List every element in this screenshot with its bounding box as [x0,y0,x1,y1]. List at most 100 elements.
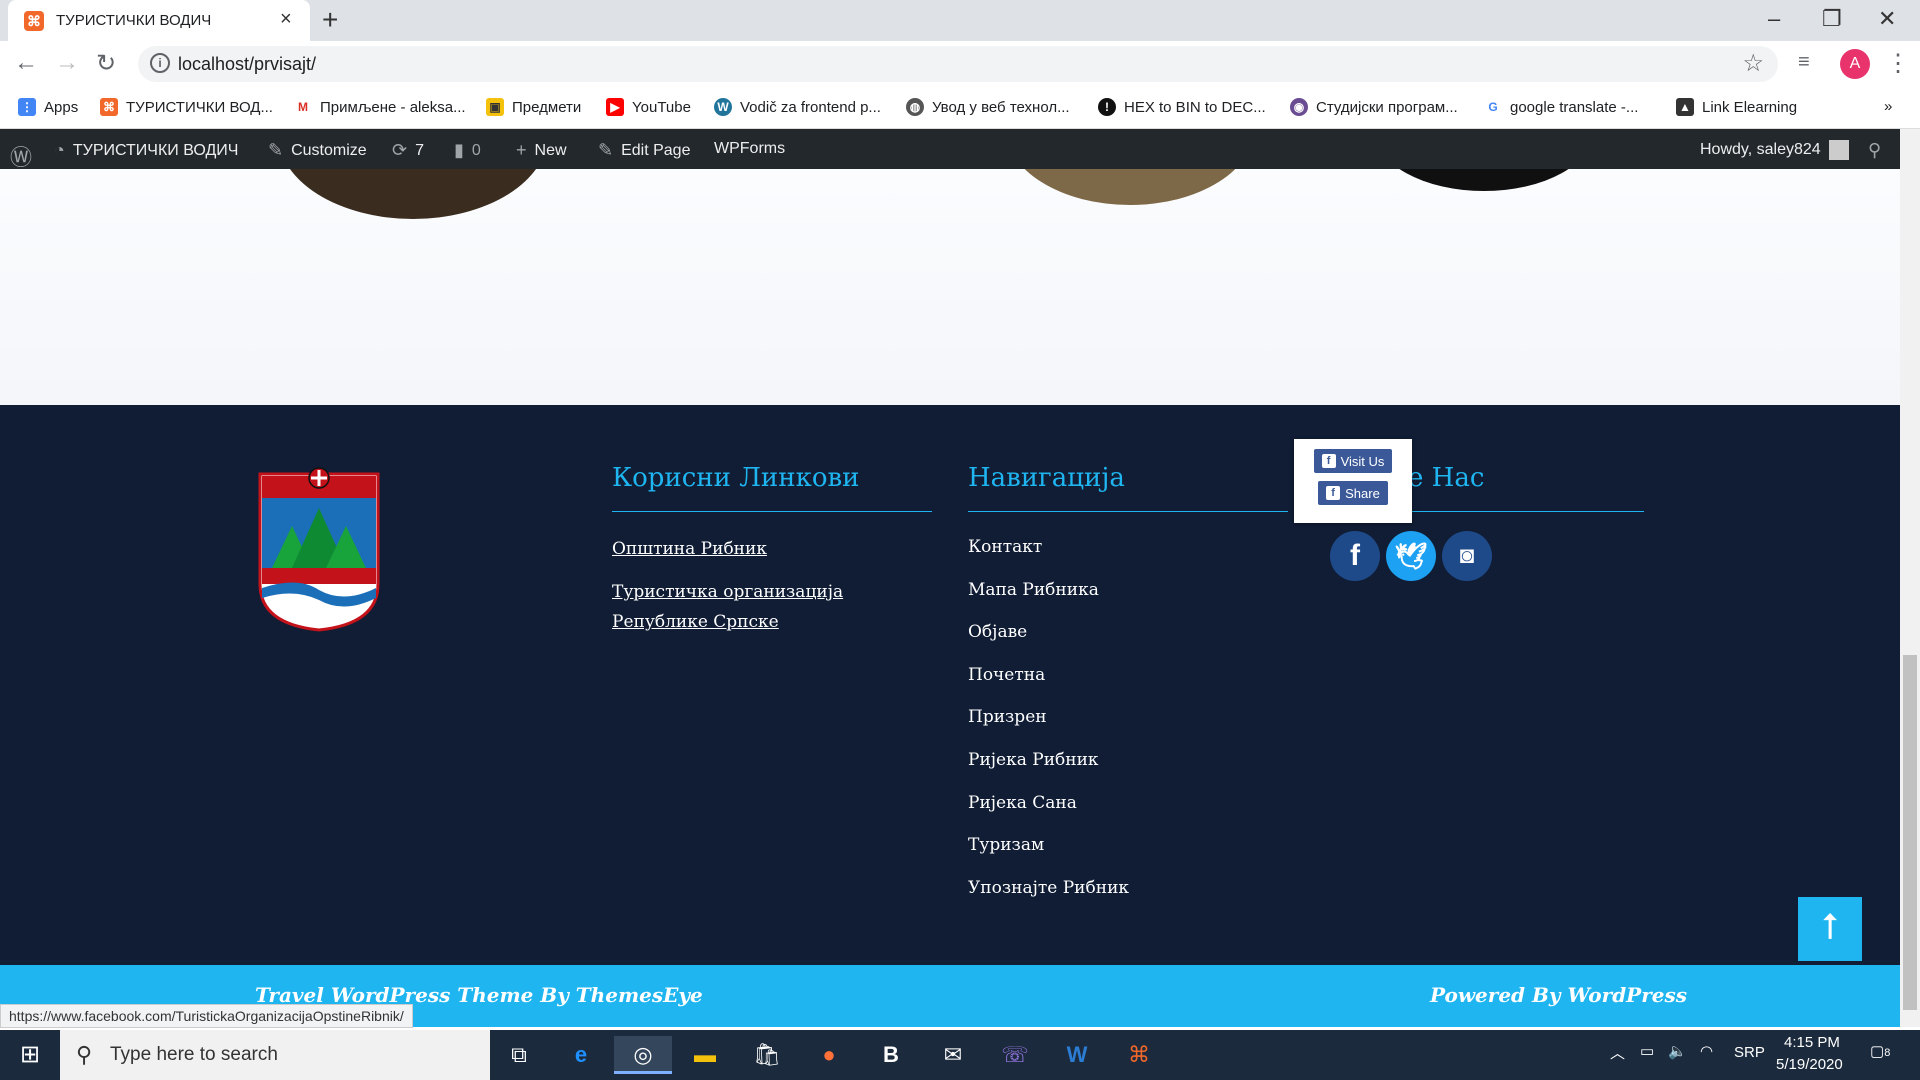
admin-edit-page-link[interactable]: ✎ Edit Page [598,140,690,161]
reload-icon[interactable]: ↻ [96,49,116,78]
bookmark-item[interactable]: ▶ YouTube [606,98,691,116]
volume-icon[interactable]: 🔈 [1668,1042,1687,1060]
address-bar[interactable]: i localhost/prvisajt/ ☆ [138,46,1778,82]
admin-new-link[interactable]: + New [516,140,567,161]
new-tab-icon[interactable]: + [322,4,338,36]
bookmark-item[interactable]: ▲ Link Elearning [1676,98,1797,116]
bookmark-item[interactable]: ◍ Увод у веб технол... [906,98,1070,116]
instagram-icon[interactable]: ◙ [1442,531,1492,581]
admin-account-link[interactable]: Howdy, saley824 [1700,140,1849,160]
folder-icon: ▣ [486,98,504,116]
hero-section [0,169,1900,405]
bookmark-label: HEX to BIN to DEC... [1124,98,1266,116]
nav-link[interactable]: Туризам [968,835,1044,855]
bookmark-item[interactable]: ! HEX to BIN to DEC... [1098,98,1266,116]
follow-us-heading: e Нас [1408,463,1485,493]
notification-icon[interactable]: ▢8 [1870,1042,1890,1060]
tab-close-icon[interactable]: × [280,8,292,31]
url-text: localhost/prvisajt/ [178,54,317,74]
word-icon[interactable]: W [1048,1036,1106,1074]
wp-logo-icon[interactable]: Ⓦ [10,140,32,172]
comment-icon: ▮ [454,140,464,160]
nav-link[interactable]: Објаве [968,622,1027,642]
bookmark-item[interactable]: M Примљене - aleksa... [294,98,466,116]
page-content: Корисни Линкови Општина Рибник Туристичк… [0,169,1900,1027]
admin-search-icon[interactable]: ⚲ [1868,140,1881,161]
youtube-icon: ▶ [606,98,624,116]
nav-link[interactable]: Мапа Рибника [968,580,1099,600]
footer-link[interactable]: Туристичка организација Републике Српске [612,577,932,637]
apps-grid-icon: ⋮ [18,98,36,116]
admin-customize-link[interactable]: ✎ Customize [268,140,367,161]
admin-site-link[interactable]: ◔ ТУРИСТИЧКИ ВОДИЧ [54,140,238,161]
mail-icon[interactable]: ✉ [924,1036,982,1074]
browser-toolbar: ← → ↻ i localhost/prvisajt/ ☆ ≡ A ⋮ [0,41,1920,88]
bookmark-item[interactable]: W Vodič za frontend p... [714,98,881,116]
network-icon[interactable]: ◠ [1700,1042,1713,1060]
restore-icon[interactable]: ❐ [1822,6,1842,32]
back-icon[interactable]: ← [14,49,38,77]
powered-by[interactable]: Powered By WordPress [1430,983,1687,1007]
visit-us-button[interactable]: f Visit Us [1314,449,1392,473]
gmail-icon: M [294,98,312,116]
minimize-icon[interactable]: – [1768,6,1780,32]
window-close-icon[interactable]: ✕ [1878,6,1896,32]
browser-tab[interactable]: ⌘ ТУРИСТИЧКИ ВОДИЧ × [8,0,310,41]
bookmark-item[interactable]: ▣ Предмети [486,98,581,116]
share-button[interactable]: f Share [1318,481,1388,505]
store-icon[interactable]: 🛍 [738,1036,796,1074]
admin-updates-link[interactable]: ⟳ 7 [392,140,424,161]
clock-date[interactable]: 5/19/2020 [1776,1056,1843,1073]
gallery-image[interactable] [278,169,548,219]
bookmarks-overflow-icon[interactable]: » [1884,98,1892,115]
facebook-icon[interactable]: f [1330,531,1380,581]
chrome-icon[interactable]: ◎ [614,1036,672,1074]
twitter-icon[interactable]: 🕊 [1386,531,1436,581]
windows-start-icon[interactable]: ⊞ [0,1030,60,1080]
graduation-cap-icon: ▲ [1676,98,1694,116]
file-explorer-icon[interactable]: ▬ [676,1036,734,1074]
nav-link[interactable]: Ријека Рибник [968,750,1099,770]
xampp-taskbar-icon[interactable]: ⌘ [1110,1036,1168,1074]
chrome-menu-icon[interactable]: ⋮ [1886,49,1910,78]
nav-link[interactable]: Упознајте Рибник [968,878,1129,898]
edit-page-label: Edit Page [621,141,691,159]
clock-time[interactable]: 4:15 PM [1784,1034,1840,1051]
scrollbar-thumb[interactable] [1903,655,1917,1010]
forward-icon[interactable]: → [55,49,79,77]
firefox-icon[interactable]: ● [800,1036,858,1074]
footer-link[interactable]: Општина Рибник [612,534,932,564]
wordpress-icon: Ⓦ [10,145,33,170]
battery-icon[interactable]: ▭ [1640,1042,1654,1060]
profile-avatar[interactable]: A [1840,49,1870,79]
bookmark-item[interactable]: ◉ Студијски програм... [1290,98,1458,116]
edge-icon[interactable]: e [552,1036,610,1074]
wpforms-label: WPForms [714,140,786,157]
back-to-top-button[interactable]: ⭡ [1798,897,1862,961]
viber-icon[interactable]: ☏ [986,1036,1044,1074]
admin-comments-link[interactable]: ▮ 0 [454,140,481,161]
task-view-icon[interactable]: ⧉ [490,1036,548,1074]
nav-link[interactable]: Призрен [968,707,1047,727]
bookmarks-bar: ⋮ Apps ⌘ ТУРИСТИЧКИ ВОД... M Примљене - ale… [0,88,1920,129]
admin-wpforms-link[interactable]: WPForms [714,140,785,158]
search-icon: ⚲ [76,1042,93,1067]
howdy-label: Howdy, saley824 [1700,141,1821,158]
nav-link[interactable]: Почетна [968,665,1045,685]
bookmark-item[interactable]: Ggoogle translate -... [1484,98,1638,116]
bookmark-star-icon[interactable]: ☆ [1742,49,1764,78]
gallery-image[interactable] [1374,169,1594,191]
booking-icon[interactable]: B [862,1036,920,1074]
bookmark-apps[interactable]: ⋮ Apps [18,98,78,116]
site-info-icon[interactable]: i [150,53,170,73]
windows-taskbar: ⊞ ⚲ Type here to search ⧉ e ◎ ▬ 🛍 ● B ✉ … [0,1030,1920,1080]
nav-link[interactable]: Ријека Сана [968,793,1077,813]
language-indicator[interactable]: SRP [1734,1044,1765,1061]
taskbar-search-box[interactable]: ⚲ Type here to search [60,1030,490,1080]
media-control-icon[interactable]: ≡ [1798,51,1810,74]
gallery-image[interactable] [1005,169,1255,205]
bookmark-item[interactable]: ⌘ ТУРИСТИЧКИ ВОД... [100,98,273,116]
nav-link[interactable]: Контакт [968,537,1042,557]
tray-overflow-icon[interactable]: ︿ [1610,1042,1625,1063]
hex-converter-icon: ! [1098,98,1116,116]
